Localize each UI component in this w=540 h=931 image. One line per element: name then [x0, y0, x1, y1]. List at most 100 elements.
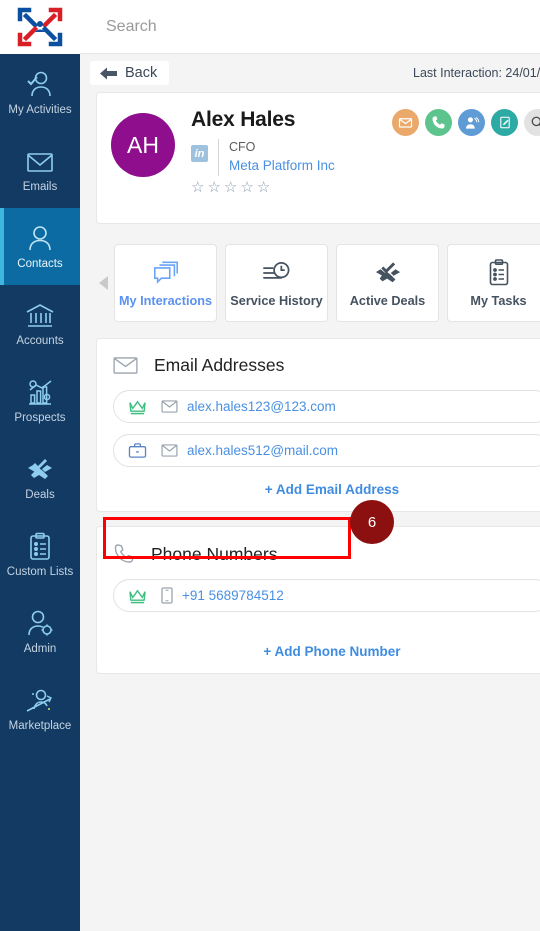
contacts-action-button[interactable]: [458, 109, 485, 136]
note-edit-icon: [499, 116, 510, 129]
envelope-icon: [113, 357, 138, 374]
call-action-button[interactable]: [425, 109, 452, 136]
search-input-placeholder[interactable]: Search: [106, 18, 157, 36]
clipboard-list-icon: [30, 532, 50, 560]
user-gear-icon: [28, 610, 53, 635]
user-check-icon: [27, 71, 51, 96]
email-row[interactable]: alex.hales512@mail.com: [113, 434, 540, 467]
scroll-area: AH Alex Hales in CFO Meta Platform Inc ☆…: [80, 92, 540, 931]
briefcase-icon: [128, 443, 147, 458]
sidebar-item-label: Contacts: [17, 257, 63, 270]
star-5[interactable]: ☆: [257, 180, 270, 195]
contact-company[interactable]: Meta Platform Inc: [229, 156, 335, 176]
crown-icon: [129, 589, 146, 604]
sidebar-item-contacts[interactable]: Contacts: [0, 208, 80, 285]
email-action-button[interactable]: [392, 109, 419, 136]
search-icon: [531, 116, 540, 127]
search-bar[interactable]: Search: [80, 0, 540, 54]
tab-label: My Interactions: [118, 294, 213, 308]
user-icon: [29, 225, 51, 250]
envelope-icon: [161, 400, 178, 413]
sidebar-item-label: My Activities: [8, 103, 72, 116]
email-row[interactable]: alex.hales123@123.com: [113, 390, 540, 423]
add-email-address-link[interactable]: + Add Email Address: [113, 482, 540, 497]
star-1[interactable]: ☆: [191, 180, 204, 195]
sidebar-item-prospects[interactable]: Prospects: [0, 362, 80, 439]
linkedin-icon[interactable]: in: [191, 145, 208, 162]
tabs-list: My Interactions Service History Active D…: [110, 244, 540, 322]
panel-header: Phone Numbers: [113, 543, 540, 565]
main-content: Search Back Last Interaction: 24/01/2023…: [80, 0, 540, 931]
rating-stars[interactable]: ☆ ☆ ☆ ☆ ☆: [191, 180, 540, 195]
contact-role: CFO: [229, 140, 256, 154]
avatar: AH: [111, 113, 175, 177]
tab-label: My Tasks: [470, 294, 527, 308]
email-value: alex.hales123@123.com: [187, 399, 336, 414]
meta-divider: [218, 139, 219, 176]
sidebar-item-marketplace[interactable]: Marketplace: [0, 670, 80, 747]
tab-icon: [373, 258, 403, 288]
star-4[interactable]: ☆: [240, 180, 253, 195]
tab-active-deals[interactable]: Active Deals: [336, 244, 439, 322]
mobile-icon: [161, 587, 173, 604]
envelope-icon: [161, 444, 178, 457]
phone-row[interactable]: +91 5689784512: [113, 579, 540, 612]
sidebar-item-label: Emails: [22, 180, 58, 193]
sidebar-item-custom-lists[interactable]: Custom Lists: [0, 516, 80, 593]
tab-service-history[interactable]: Service History: [225, 244, 328, 322]
sidebar-item-label: Accounts: [16, 334, 64, 347]
sidebar-item-label: Prospects: [14, 411, 66, 424]
sidebar-item-deals[interactable]: Deals: [0, 439, 80, 516]
phone-numbers-panel: Phone Numbers +91 5689784512 + Add Phone…: [96, 526, 540, 674]
tab-icon: [262, 258, 291, 288]
annotation-badge: 6: [350, 500, 394, 544]
sidebar: My Activities Emails Contacts Accounts P…: [0, 0, 80, 931]
chart-gear-icon: [29, 379, 52, 405]
search-action-button[interactable]: [524, 109, 540, 136]
tab-label: Service History: [230, 294, 323, 308]
tab-my-tasks[interactable]: My Tasks: [447, 244, 540, 322]
star-3[interactable]: ☆: [224, 180, 237, 195]
back-button-label: Back: [125, 65, 158, 81]
bank-icon: [26, 303, 54, 327]
phone-icon: [432, 116, 445, 129]
add-phone-number-link[interactable]: + Add Phone Number: [113, 644, 540, 659]
panel-header: Email Addresses: [113, 355, 540, 376]
contact-card: AH Alex Hales in CFO Meta Platform Inc ☆…: [96, 92, 540, 224]
app-root: My Activities Emails Contacts Accounts P…: [0, 0, 540, 931]
sidebar-item-admin[interactable]: Admin: [0, 593, 80, 670]
back-button[interactable]: Back: [90, 61, 170, 85]
tab-label: Active Deals: [349, 294, 426, 308]
chevron-left-icon: [98, 276, 108, 290]
sidebar-item-label: Custom Lists: [6, 565, 74, 578]
email-value: alex.hales512@mail.com: [187, 443, 339, 458]
sidebar-item-emails[interactable]: Emails: [0, 131, 80, 208]
crown-icon: [129, 400, 146, 415]
sidebar-item-my-activities[interactable]: My Activities: [0, 54, 80, 131]
envelope-icon: [27, 152, 53, 172]
contact-actions: [392, 109, 540, 136]
note-action-button[interactable]: [491, 109, 518, 136]
sidebar-item-label: Deals: [25, 488, 55, 501]
phone-icon: [114, 544, 134, 563]
email-value-group: alex.hales123@123.com: [161, 399, 336, 414]
chat-stack-icon: [153, 261, 178, 284]
phone-value: +91 5689784512: [182, 588, 284, 603]
logo-icon: [17, 7, 63, 47]
handshake-check-icon: [28, 458, 52, 479]
star-2[interactable]: ☆: [207, 180, 220, 195]
clock-lines-icon: [263, 261, 290, 279]
contact-meta-text: CFO Meta Platform Inc: [229, 139, 335, 176]
envelope-icon: [398, 118, 413, 128]
sidebar-item-accounts[interactable]: Accounts: [0, 285, 80, 362]
arrow-left-icon: [100, 67, 117, 79]
tabs-prev-arrow[interactable]: [96, 275, 110, 291]
email-value-group: alex.hales512@mail.com: [161, 443, 338, 458]
app-logo[interactable]: [0, 0, 80, 54]
panel-title: Phone Numbers: [151, 543, 278, 564]
sidebar-item-label: Admin: [23, 642, 57, 655]
people-icon: [465, 116, 479, 129]
tab-icon: [152, 258, 180, 288]
tab-my-interactions[interactable]: My Interactions: [114, 244, 217, 322]
last-interaction-text: Last Interaction: 24/01/2023: [413, 66, 540, 80]
